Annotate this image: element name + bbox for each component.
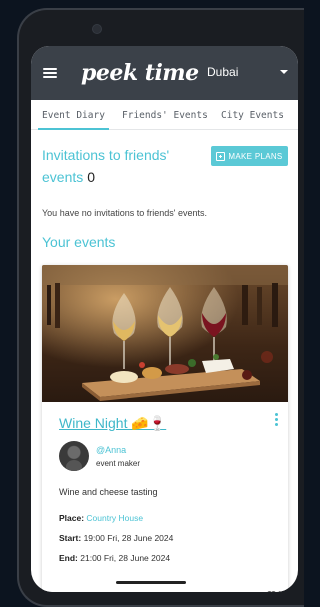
- start-label: Start:: [59, 533, 82, 543]
- avatar[interactable]: [59, 441, 89, 471]
- make-plans-button[interactable]: MAKE PLANS: [211, 146, 288, 166]
- hamburger-menu-icon[interactable]: [43, 68, 57, 78]
- end-label: End:: [59, 553, 78, 563]
- people-icon: [266, 591, 276, 592]
- app-screen: peek time Dubai Event Diary Friends' Eve…: [31, 46, 298, 592]
- make-plans-label: MAKE PLANS: [228, 151, 283, 161]
- city-selector[interactable]: Dubai: [207, 65, 238, 79]
- invitations-title: Invitations to friends' events: [42, 147, 170, 185]
- organizer-role: event maker: [96, 459, 141, 468]
- event-start: Start: 19:00 Fri, 28 June 2024: [59, 533, 173, 543]
- event-photo: [42, 265, 288, 402]
- home-indicator: [116, 581, 186, 584]
- organizer-handle[interactable]: @Anna: [96, 445, 126, 455]
- event-place: Place: Country House: [59, 513, 143, 523]
- attendees-count[interactable]: 1: [266, 590, 282, 592]
- event-card[interactable]: Wine Night 🧀🍷 @Anna event maker Wine and…: [42, 265, 288, 592]
- place-value[interactable]: Country House: [86, 513, 143, 523]
- tab-city-events[interactable]: City Events: [221, 100, 284, 130]
- camera-dot: [92, 24, 102, 34]
- tab-friends-events[interactable]: Friends' Events: [122, 100, 208, 130]
- add-calendar-icon: [216, 151, 226, 161]
- app-bar: peek time Dubai: [31, 46, 298, 100]
- event-end: End: 21:00 Fri, 28 June 2024: [59, 553, 170, 563]
- invitations-count: 0: [87, 169, 96, 185]
- tab-event-diary[interactable]: Event Diary: [38, 100, 109, 130]
- no-invitations-text: You have no invitations to friends' even…: [42, 208, 207, 218]
- app-logo: peek time: [81, 60, 199, 86]
- event-description: Wine and cheese tasting: [59, 487, 158, 497]
- chevron-down-icon[interactable]: [280, 70, 288, 74]
- invitations-heading: Invitations to friends' events 0: [42, 144, 192, 188]
- place-label: Place:: [59, 513, 85, 523]
- your-events-heading: Your events: [42, 234, 116, 250]
- attendee-count-value: 1: [278, 590, 282, 592]
- more-options-icon[interactable]: [275, 413, 278, 428]
- event-title-link[interactable]: Wine Night 🧀🍷: [59, 415, 166, 432]
- start-value: 19:00 Fri, 28 June 2024: [83, 533, 174, 543]
- tab-bar: Event Diary Friends' Events City Events: [31, 100, 298, 130]
- end-value: 21:00 Fri, 28 June 2024: [80, 553, 171, 563]
